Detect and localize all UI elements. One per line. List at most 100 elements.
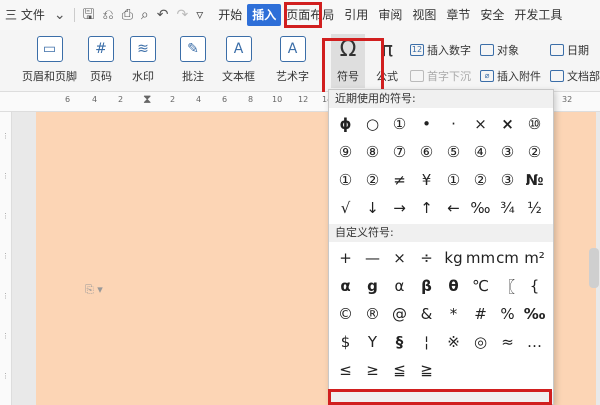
symbol-cell[interactable]: ⑤ (440, 138, 467, 166)
tab-page-layout[interactable]: 页面布局 (281, 4, 339, 26)
symbol-cell[interactable]: @ (386, 300, 413, 328)
symbol-cell[interactable]: α (332, 272, 359, 300)
tab-home[interactable]: 开始 (213, 4, 247, 26)
tab-view[interactable]: 视图 (407, 4, 441, 26)
symbol-cell[interactable]: ≦ (386, 356, 413, 384)
watermark-button[interactable]: ≋ 水印 (130, 36, 156, 84)
tab-insert[interactable]: 插入 (247, 4, 282, 26)
symbol-cell[interactable]: ① (440, 166, 467, 194)
symbol-cell[interactable]: $ (332, 328, 359, 356)
symbol-cell[interactable]: # (467, 300, 494, 328)
symbol-cell[interactable]: → (386, 194, 413, 222)
symbol-cell[interactable]: ⑨ (332, 138, 359, 166)
symbol-cell[interactable]: ① (332, 166, 359, 194)
chevron-down-icon[interactable]: ⌄ (50, 4, 70, 26)
symbol-cell[interactable]: ② (467, 166, 494, 194)
symbol-cell[interactable]: × (467, 110, 494, 138)
symbol-cell[interactable]: ≈ (494, 328, 521, 356)
date-button[interactable]: 日期 (550, 42, 589, 58)
object-button[interactable]: 对象 (480, 42, 519, 58)
symbol-cell[interactable]: * (440, 300, 467, 328)
symbol-cell[interactable]: ← (440, 194, 467, 222)
indent-marker-icon[interactable]: ⧗ (143, 92, 151, 107)
symbol-cell[interactable]: ↓ (359, 194, 386, 222)
textbox-button[interactable]: A 文本框 (222, 36, 255, 84)
symbol-button[interactable]: Ω 符号 (331, 34, 365, 88)
redo-icon[interactable]: ↷ (172, 4, 192, 26)
symbol-cell[interactable]: ② (359, 166, 386, 194)
format-painter-icon[interactable]: ⎌ (99, 4, 118, 26)
dropdown-icon[interactable]: ▿ (192, 4, 207, 26)
symbol-cell[interactable]: … (521, 328, 548, 356)
symbol-cell[interactable]: ① (386, 110, 413, 138)
tab-section[interactable]: 章节 (441, 4, 475, 26)
vertical-scrollbar-thumb[interactable] (589, 248, 599, 288)
comment-button[interactable]: ✎ 批注 (180, 36, 206, 84)
symbol-cell[interactable]: mm (466, 244, 495, 272)
symbol-cell[interactable]: ≠ (386, 166, 413, 194)
symbol-cell[interactable]: ③ (494, 138, 521, 166)
symbol-cell[interactable]: ½ (521, 194, 548, 222)
doc-parts-button[interactable]: 文档部 (550, 68, 600, 84)
symbol-cell[interactable]: ≥ (359, 356, 386, 384)
symbol-cell[interactable]: ⑧ (359, 138, 386, 166)
symbol-cell[interactable]: β (413, 272, 440, 300)
wordart-button[interactable]: A 艺术字 (276, 36, 309, 84)
symbol-cell[interactable]: ◎ (467, 328, 494, 356)
symbol-cell[interactable]: ≧ (413, 356, 440, 384)
symbol-cell[interactable]: θ (440, 272, 467, 300)
symbol-cell[interactable]: α (386, 272, 413, 300)
symbol-cell[interactable]: § (386, 328, 413, 356)
symbol-cell[interactable]: ④ (467, 138, 494, 166)
symbol-cell[interactable]: ℃ (467, 272, 494, 300)
symbol-cell[interactable]: + (332, 244, 359, 272)
insert-number-button[interactable]: 12 插入数字 (410, 42, 471, 58)
tab-developer[interactable]: 开发工具 (509, 4, 567, 26)
formula-button[interactable]: π 公式 (374, 36, 400, 84)
file-menu[interactable]: 三 文件 (0, 4, 50, 26)
symbol-cell[interactable]: ¦ (413, 328, 440, 356)
symbol-cell[interactable]: ¾ (494, 194, 521, 222)
symbol-cell[interactable]: ○ (359, 110, 386, 138)
tab-security[interactable]: 安全 (475, 4, 509, 26)
symbol-cell[interactable]: × (494, 110, 521, 138)
symbol-cell[interactable]: kg (440, 244, 467, 272)
symbol-cell[interactable]: × (386, 244, 413, 272)
symbol-cell[interactable]: ↑ (413, 194, 440, 222)
symbol-cell[interactable]: ® (359, 300, 386, 328)
symbol-cell[interactable]: Y (359, 328, 386, 356)
symbol-cell[interactable]: ‰ (521, 300, 548, 328)
symbol-cell[interactable]: ⑥ (413, 138, 440, 166)
symbol-cell[interactable]: & (413, 300, 440, 328)
symbol-cell[interactable]: · (440, 110, 467, 138)
header-footer-button[interactable]: ▭ 页眉和页脚 (22, 36, 77, 84)
symbol-cell[interactable]: g (359, 272, 386, 300)
symbol-cell[interactable]: 〖 (494, 272, 521, 300)
symbol-cell[interactable]: ‰ (467, 194, 494, 222)
symbol-cell[interactable]: — (359, 244, 386, 272)
tab-review[interactable]: 审阅 (373, 4, 407, 26)
undo-icon[interactable]: ↶ (153, 4, 173, 26)
symbol-cell[interactable]: ÷ (413, 244, 440, 272)
symbol-cell[interactable]: © (332, 300, 359, 328)
page-number-button[interactable]: # 页码 (88, 36, 114, 84)
symbol-cell[interactable]: √ (332, 194, 359, 222)
symbol-cell[interactable]: { (521, 272, 548, 300)
symbol-cell[interactable]: ⑦ (386, 138, 413, 166)
symbol-cell[interactable]: ¥ (413, 166, 440, 194)
symbol-cell[interactable]: ※ (440, 328, 467, 356)
attachment-button[interactable]: ⌀ 插入附件 (480, 68, 541, 84)
symbol-cell[interactable]: • (413, 110, 440, 138)
print-preview-icon[interactable]: ⌕ (137, 4, 153, 26)
symbol-cell[interactable]: ② (521, 138, 548, 166)
symbol-cell[interactable]: ③ (494, 166, 521, 194)
symbol-cell[interactable]: ≤ (332, 356, 359, 384)
save-icon[interactable]: 🖫 (79, 4, 99, 26)
symbol-cell[interactable]: № (521, 166, 548, 194)
symbol-cell[interactable]: ϕ (332, 110, 359, 138)
symbol-cell[interactable]: ⑩ (521, 110, 548, 138)
symbol-cell[interactable]: cm (494, 244, 521, 272)
first-letter-button[interactable]: 首字下沉 (410, 68, 471, 84)
symbol-cell[interactable]: m² (521, 244, 548, 272)
symbol-cell[interactable]: % (494, 300, 521, 328)
